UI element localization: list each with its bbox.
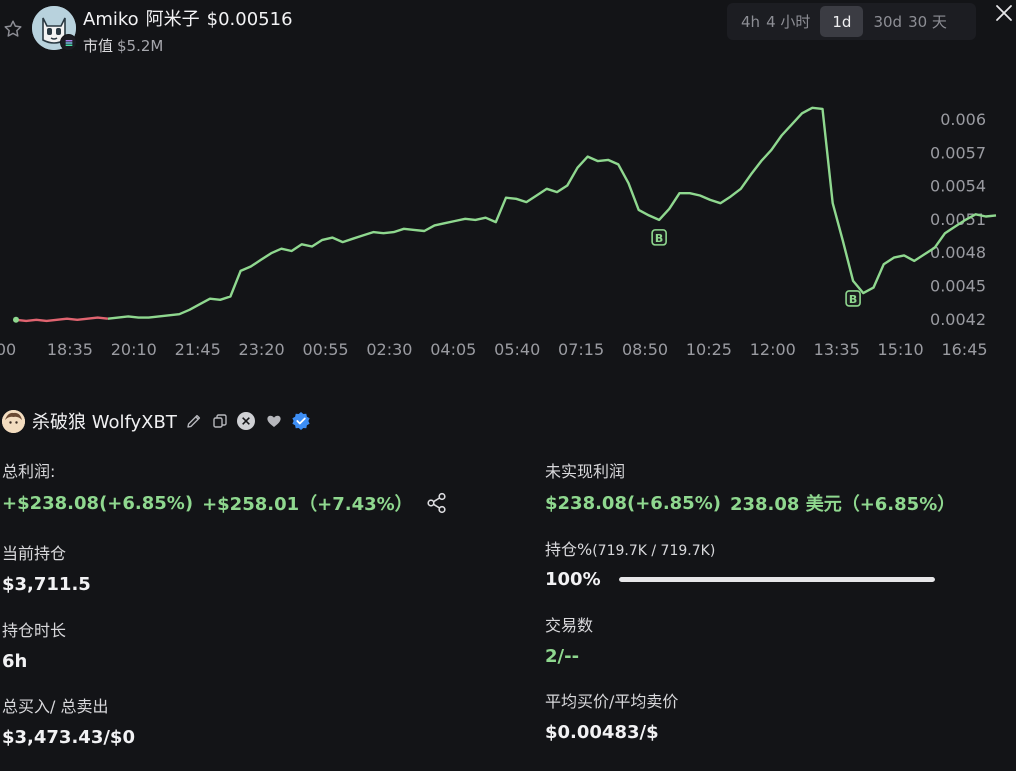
- x-tick-label: 04:05: [430, 340, 476, 359]
- timeframe-selector: 4h 4 小时 1d 30d 30 天: [727, 3, 976, 40]
- total-pnl: 总利润: +$238.08(+6.85%) +$258.01（+7.43%）: [2, 458, 449, 516]
- buy-marker[interactable]: B: [845, 290, 861, 307]
- y-tick-label: 0.0057: [930, 143, 986, 162]
- copy-icon[interactable]: [211, 412, 229, 430]
- buy-marker[interactable]: B: [651, 229, 667, 246]
- duration-label: 持仓时长: [2, 621, 67, 640]
- avg-price-value: $0.00483/$: [545, 722, 659, 743]
- market-cap: 市值 $5.2M: [83, 35, 163, 56]
- holding-duration: 持仓时长 6h: [2, 617, 66, 672]
- token-name: Amiko: [83, 9, 139, 30]
- x-tick-label: 00: [0, 340, 16, 359]
- y-tick-label: 0.0045: [930, 276, 986, 295]
- x-tick-label: 23:20: [239, 340, 285, 359]
- current-position: 当前持仓 $3,711.5: [2, 540, 91, 595]
- token-title: Amiko 阿米子 $0.00516: [83, 5, 300, 31]
- x-axis: 00 18:35 20:10 21:45 23:20 00:55 02:30 04:05 05:…: [0, 340, 988, 359]
- buy-sell-value: $3,473.43/$0: [2, 727, 135, 748]
- tab-30d[interactable]: 30d 30 天: [863, 6, 956, 37]
- holding-pct-detail: (719.7K / 719.7K): [592, 543, 716, 559]
- solana-chain-icon: [60, 34, 77, 51]
- avg-price-label: 平均买价/平均卖价: [545, 692, 679, 711]
- trader-name[interactable]: 杀破狼 WolfyXBT: [32, 408, 177, 434]
- x-tick-label: 16:45: [941, 340, 987, 359]
- total-pnl-value-alt: +$258.01（+7.43%）: [202, 494, 413, 515]
- price-line-down-segment: [15, 316, 109, 323]
- x-tick-label: 15:10: [878, 340, 924, 359]
- x-tick-label: 21:45: [175, 340, 221, 359]
- holding-pct-label: 持仓%: [545, 540, 593, 559]
- x-tick-label: 07:15: [558, 340, 604, 359]
- y-tick-label: 0.0042: [930, 310, 986, 329]
- trades-value: 2/--: [545, 646, 580, 667]
- average-price: 平均买价/平均卖价 $0.00483/$: [545, 688, 678, 743]
- y-tick-label: 0.0054: [930, 177, 986, 196]
- unrealized-label: 未实现利润: [545, 462, 626, 481]
- total-pnl-value: +$238.08(+6.85%): [2, 492, 194, 514]
- mcap-value: $5.2M: [117, 37, 164, 55]
- trade-count: 交易数 2/--: [545, 612, 593, 667]
- unrealized-pnl: 未实现利润 $238.08(+6.85%) 238.08 美元（+6.85%）: [545, 458, 955, 516]
- y-axis: 0.0060.00570.00540.00510.00480.00450.004…: [930, 110, 986, 329]
- tab-4h[interactable]: 4h 4 小时: [731, 6, 820, 37]
- buy-sell-label: 总买入/ 总卖出: [2, 697, 109, 716]
- total-pnl-label: 总利润:: [2, 462, 56, 481]
- total-buy-sell: 总买入/ 总卖出 $3,473.43/$0: [2, 693, 135, 748]
- y-tick-label: 0.006: [940, 110, 986, 129]
- x-tick-label: 18:35: [47, 340, 93, 359]
- buy-marker-label: B: [849, 293, 857, 306]
- price-line: [107, 106, 997, 320]
- x-tick-label: 12:00: [750, 340, 796, 359]
- x-tick-label: 13:35: [814, 340, 860, 359]
- x-twitter-icon[interactable]: [236, 412, 255, 430]
- mcap-label: 市值: [83, 37, 114, 55]
- position-value: $3,711.5: [2, 574, 91, 595]
- token-price: $0.00516: [206, 9, 293, 30]
- trader-avatar[interactable]: [2, 409, 25, 433]
- edit-icon[interactable]: [185, 412, 203, 430]
- token-cn-name: 阿米子: [145, 9, 200, 30]
- holding-percent: 持仓%(719.7K / 719.7K) 100%: [545, 536, 935, 590]
- holding-progress-bar: [618, 577, 935, 582]
- duration-value: 6h: [2, 651, 28, 672]
- price-start-point: [13, 316, 19, 323]
- x-tick-label: 02:30: [366, 340, 412, 359]
- x-tick-label: 05:40: [494, 340, 540, 359]
- holding-progress-fill: [618, 577, 935, 582]
- trader-row: 杀破狼 WolfyXBT: [2, 408, 319, 434]
- x-tick-label: 00:55: [302, 340, 348, 359]
- star-icon[interactable]: [2, 18, 24, 40]
- position-label: 当前持仓: [2, 544, 67, 563]
- buy-markers: BB: [651, 229, 861, 307]
- close-icon[interactable]: [994, 3, 1014, 23]
- token-header: Amiko 阿米子 $0.00516 市值 $5.2M 4h 4 小时 1d 30d 30…: [0, 0, 1016, 70]
- unrealized-value-alt: 238.08 美元（+6.85%）: [729, 494, 956, 515]
- x-tick-label: 10:25: [686, 340, 732, 359]
- trades-label: 交易数: [545, 616, 594, 635]
- verified-badge-icon: [292, 412, 310, 430]
- x-tick-label: 08:50: [622, 340, 668, 359]
- x-tick-label: 20:10: [111, 340, 157, 359]
- share-icon[interactable]: [425, 491, 449, 515]
- y-tick-label: 0.0048: [930, 243, 986, 262]
- tab-1d[interactable]: 1d: [820, 6, 864, 37]
- buy-marker-label: B: [655, 232, 663, 245]
- holding-pct-value: 100%: [545, 569, 601, 590]
- unrealized-value: $238.08(+6.85%): [545, 492, 721, 514]
- heart-icon[interactable]: [265, 412, 283, 430]
- price-chart[interactable]: 0.0060.00570.00540.00510.00480.00450.004…: [0, 70, 1016, 375]
